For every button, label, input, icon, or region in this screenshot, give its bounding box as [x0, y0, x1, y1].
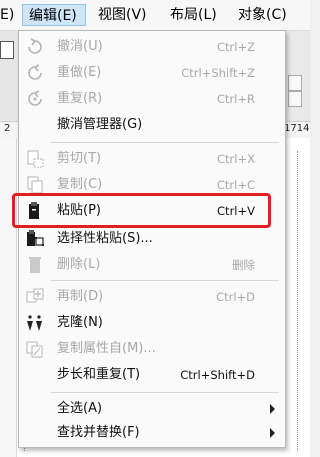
menu-item-label: 再制(D)	[57, 289, 104, 304]
menu-item-duplicate[interactable]: 再制(D) Ctrl+D	[19, 285, 285, 309]
menu-view[interactable]: 视图(V)	[98, 4, 147, 26]
menu-separator	[51, 142, 279, 143]
menu-file-label: E)	[0, 7, 15, 23]
copy-properties-icon	[26, 341, 43, 358]
submenu-arrow-icon	[270, 404, 275, 414]
paste-special-icon	[27, 230, 44, 246]
menu-item-undo[interactable]: 撤消(U) Ctrl+Z	[19, 35, 285, 59]
menu-item-repeat[interactable]: 重复(R) Ctrl+R	[19, 87, 285, 111]
ruler-vertical	[0, 138, 17, 457]
spin-up-button[interactable]	[288, 75, 302, 91]
ruler-label-left: 2	[4, 123, 11, 134]
menu-file[interactable]: E)	[0, 4, 14, 26]
menu-item-undo-manager[interactable]: 撤消管理器(G)	[19, 113, 285, 137]
menu-item-redo[interactable]: 重做(E) Ctrl+Shift+Z	[19, 61, 285, 85]
undo-icon	[28, 38, 42, 54]
menu-item-find-replace[interactable]: 查找并替换(F)	[19, 421, 285, 445]
clone-icon	[27, 315, 42, 331]
page-border-dotted-right	[297, 151, 298, 451]
submenu-arrow-icon	[270, 428, 275, 438]
redo-icon	[28, 64, 42, 80]
menu-item-shortcut: Ctrl+D	[216, 290, 255, 304]
menu-bar: E) 编辑(E) 视图(V) 布局(L) 对象(C)	[0, 0, 310, 31]
duplicate-icon	[26, 288, 44, 303]
menu-item-step-and-repeat[interactable]: 步长和重复(T) Ctrl+Shift+D	[19, 363, 285, 387]
menu-item-cut[interactable]: 剪切(T) Ctrl+X	[19, 147, 285, 171]
toolbar-button-icon[interactable]	[0, 41, 14, 59]
menu-item-clone[interactable]: 克隆(N)	[19, 311, 285, 335]
menu-item-label: 重做(E)	[57, 65, 102, 80]
menu-item-shortcut: Ctrl+Shift+D	[180, 368, 255, 382]
menu-item-label: 删除(L)	[57, 257, 101, 272]
menu-item-label: 撤消(U)	[57, 39, 103, 54]
menu-item-label: 剪切(T)	[57, 151, 102, 166]
menu-item-shortcut: Ctrl+Shift+Z	[181, 66, 255, 80]
menu-object[interactable]: 对象(C)	[238, 4, 287, 26]
menu-item-label: 全选(A)	[57, 401, 103, 416]
menu-separator	[51, 280, 279, 281]
menu-view-label: 视图(V)	[98, 7, 147, 23]
menu-item-label: 步长和重复(T)	[57, 367, 141, 382]
menu-item-label: 重复(R)	[57, 91, 103, 106]
highlight-annotation-box	[12, 193, 271, 228]
menu-item-label: 撤消管理器(G)	[57, 117, 143, 132]
trash-icon	[29, 257, 41, 273]
menu-item-paste-special[interactable]: 选择性粘贴(S)...	[19, 227, 285, 251]
menu-item-select-all[interactable]: 全选(A)	[19, 397, 285, 421]
menu-item-label: 复制属性自(M)...	[57, 341, 156, 356]
menu-item-delete[interactable]: 删除(L) 删除	[19, 253, 285, 277]
menu-item-label: 克隆(N)	[57, 315, 103, 330]
menu-item-shortcut: 删除	[232, 258, 255, 272]
spin-down-button[interactable]	[288, 91, 302, 107]
repeat-icon	[28, 90, 42, 106]
copy-icon	[27, 176, 43, 194]
menu-item-copy-properties[interactable]: 复制属性自(M)...	[19, 337, 285, 361]
menu-layout[interactable]: 布局(L)	[170, 4, 217, 26]
edit-dropdown-menu: 撤消(U) Ctrl+Z 重做(E) Ctrl+Shift+Z 重复(R) Ct…	[18, 30, 286, 448]
ruler-label-right: 1714	[284, 123, 310, 134]
cut-icon	[27, 150, 44, 168]
menu-edit-label: 编辑(E)	[29, 8, 77, 24]
menu-item-shortcut: Ctrl+X	[217, 152, 255, 166]
menu-edit[interactable]: 编辑(E)	[22, 4, 86, 26]
menu-layout-label: 布局(L)	[170, 7, 217, 23]
menu-item-shortcut: Ctrl+Z	[217, 40, 255, 54]
menu-item-label: 选择性粘贴(S)...	[57, 231, 153, 246]
menu-separator	[51, 392, 279, 393]
menu-item-shortcut: Ctrl+R	[216, 92, 255, 106]
menu-item-label: 查找并替换(F)	[57, 425, 140, 440]
menu-object-label: 对象(C)	[238, 7, 287, 23]
